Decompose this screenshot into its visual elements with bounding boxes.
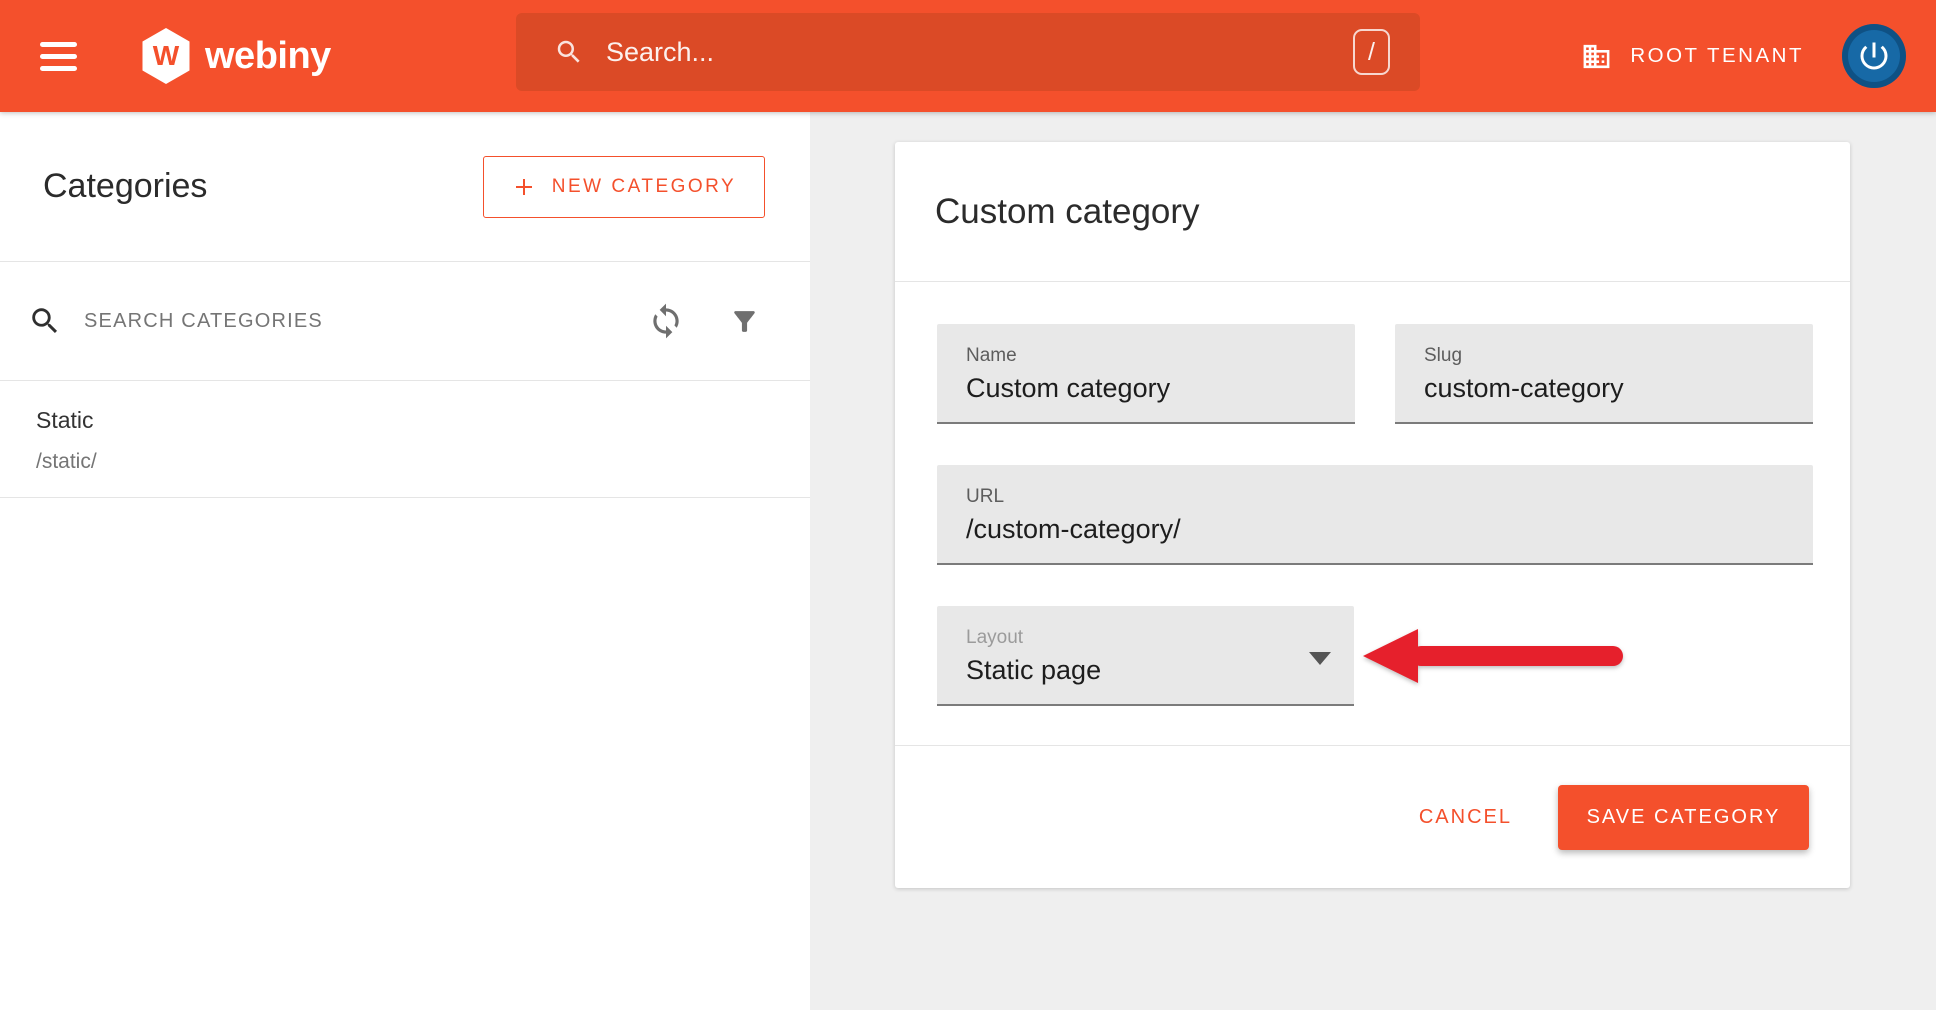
category-list-item[interactable]: Static /static/ bbox=[0, 381, 810, 498]
form-footer: CANCEL SAVE CATEGORY bbox=[895, 745, 1850, 888]
topbar: W webiny Search... / ROOT TENANT bbox=[0, 0, 1936, 112]
brand-logo[interactable]: W webiny bbox=[140, 27, 331, 85]
form-title: Custom category bbox=[935, 192, 1200, 232]
power-icon bbox=[1856, 38, 1892, 74]
search-categories-icon bbox=[28, 304, 62, 338]
global-search-placeholder: Search... bbox=[606, 37, 714, 68]
topbar-right: ROOT TENANT bbox=[1581, 0, 1906, 112]
search-categories-input[interactable] bbox=[84, 310, 647, 333]
page-title: Categories bbox=[43, 167, 207, 206]
slug-field[interactable]: Slug bbox=[1395, 324, 1813, 424]
layout-select[interactable]: Layout Static page bbox=[937, 606, 1354, 706]
webiny-hexagon-icon: W bbox=[140, 27, 192, 85]
categories-list-panel: Categories NEW CATEGORY bbox=[0, 112, 810, 1010]
red-arrow-annotation bbox=[1361, 627, 1631, 685]
details-panel: Custom category Name Slug bbox=[810, 112, 1936, 1010]
category-form-card: Custom category Name Slug bbox=[895, 142, 1850, 888]
svg-text:W: W bbox=[153, 40, 180, 71]
slug-label: Slug bbox=[1424, 345, 1813, 367]
filter-icon[interactable] bbox=[729, 306, 760, 337]
save-category-button[interactable]: SAVE CATEGORY bbox=[1558, 785, 1809, 850]
url-label: URL bbox=[966, 486, 1813, 508]
refresh-icon[interactable] bbox=[647, 302, 685, 340]
plus-icon bbox=[512, 175, 536, 199]
brand-name: webiny bbox=[205, 35, 331, 78]
new-category-button[interactable]: NEW CATEGORY bbox=[483, 156, 765, 218]
layout-label: Layout bbox=[966, 627, 1354, 649]
form-body: Name Slug URL bbox=[895, 282, 1850, 706]
url-input[interactable] bbox=[966, 514, 1768, 545]
avatar[interactable] bbox=[1842, 24, 1906, 88]
slash-shortcut-badge: / bbox=[1353, 29, 1390, 75]
tenant-selector[interactable]: ROOT TENANT bbox=[1581, 41, 1804, 72]
search-icon bbox=[554, 37, 584, 67]
menu-icon[interactable] bbox=[40, 34, 84, 78]
search-categories-bar bbox=[0, 262, 810, 381]
url-row: URL bbox=[937, 465, 1813, 565]
new-category-button-label: NEW CATEGORY bbox=[552, 176, 736, 198]
slug-input[interactable] bbox=[1424, 373, 1768, 404]
cancel-button[interactable]: CANCEL bbox=[1401, 796, 1530, 839]
global-search[interactable]: Search... / bbox=[516, 13, 1420, 91]
categories-panel-header: Categories NEW CATEGORY bbox=[0, 112, 810, 262]
name-input[interactable] bbox=[966, 373, 1310, 404]
url-field[interactable]: URL bbox=[937, 465, 1813, 565]
layout-selected-value: Static page bbox=[966, 655, 1354, 686]
main-area: Categories NEW CATEGORY bbox=[0, 112, 1936, 1010]
name-field[interactable]: Name bbox=[937, 324, 1355, 424]
tenant-label: ROOT TENANT bbox=[1630, 44, 1804, 68]
layout-row: Layout Static page bbox=[937, 606, 1813, 706]
category-url: /static/ bbox=[36, 450, 774, 474]
category-name: Static bbox=[36, 407, 774, 434]
form-header: Custom category bbox=[895, 142, 1850, 282]
category-list: Static /static/ bbox=[0, 381, 810, 1010]
name-slug-row: Name Slug bbox=[937, 324, 1813, 424]
webiny-admin-screen: W webiny Search... / ROOT TENANT bbox=[0, 0, 1936, 1010]
building-icon bbox=[1581, 41, 1612, 72]
name-label: Name bbox=[966, 345, 1355, 367]
chevron-down-icon bbox=[1309, 652, 1331, 665]
